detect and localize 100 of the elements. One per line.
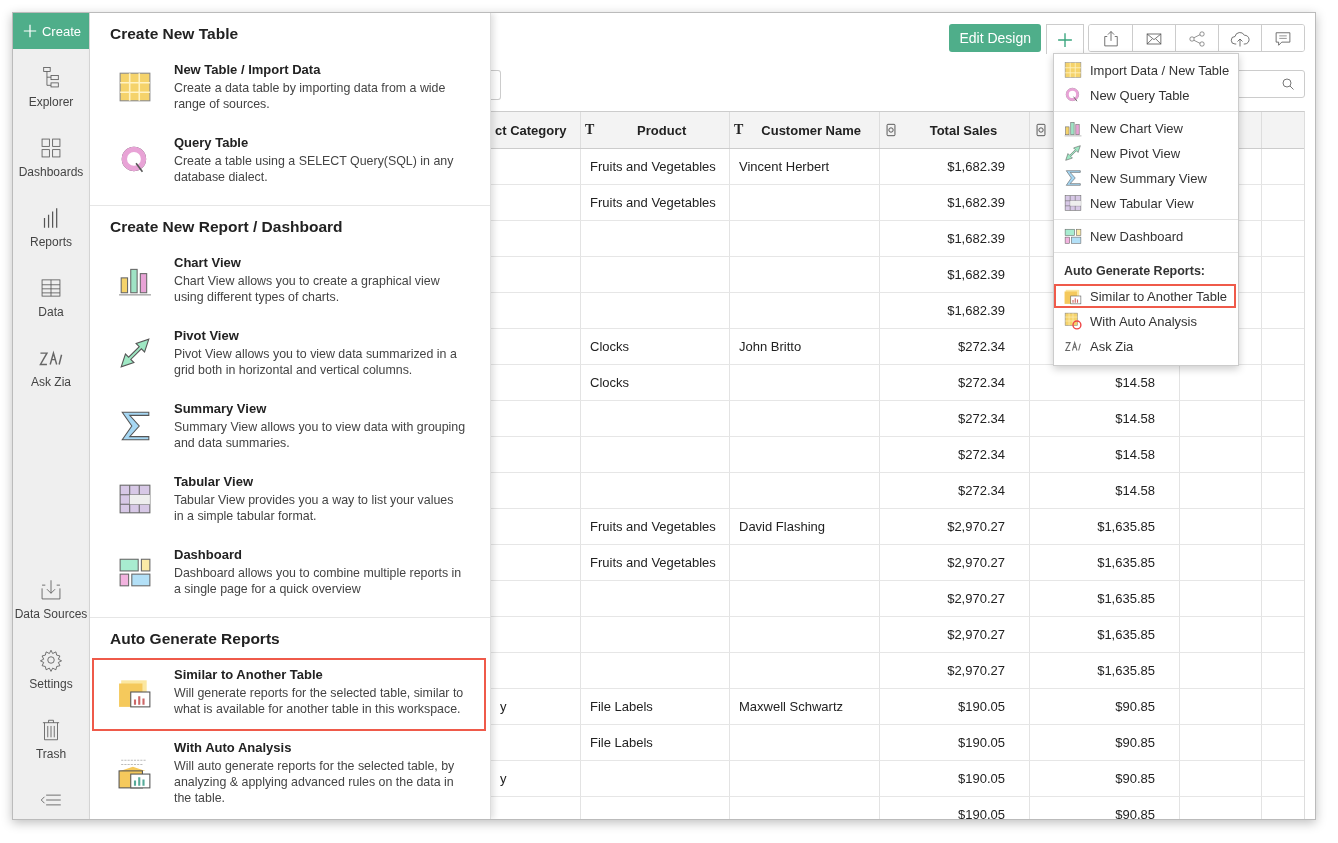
section-heading: Auto Generate Reports (109, 629, 281, 649)
table-grid-icon (1064, 61, 1082, 79)
menu-item[interactable]: Query Table Create a table using a SELECT Query(SQL) in any database dialect. (92, 126, 486, 199)
table-cell: $2,970.27 (880, 581, 1030, 617)
menu-heading: Auto Generate Reports: (1064, 264, 1205, 278)
grid-layout-icon (1064, 194, 1082, 212)
item-description: Create a data table by importing data from a wide range of sources. (174, 80, 447, 112)
item-title: With Auto Analysis (174, 740, 293, 755)
table-cell: $1,682.39 (880, 149, 1030, 185)
table-cell: $1,682.39 (880, 257, 1030, 293)
item-description: Create a table using a SELECT Query(SQL) in any database dialect. (174, 153, 455, 185)
menu-item[interactable]: New Tabular View (1054, 191, 1236, 215)
table-cell: y (491, 689, 581, 725)
search-icon (1280, 76, 1296, 92)
money-icon (1034, 123, 1048, 137)
table-cell: $190.05 (880, 761, 1030, 797)
type-mark: T (585, 122, 595, 138)
menu-item[interactable]: Similar to Another Table Will generate reports for the selected table, similar to what is available for another table in this workspace. (92, 658, 486, 731)
table-cell: $2,970.27 (880, 617, 1030, 653)
grid-layout-icon (118, 482, 152, 516)
table-cell: $2,970.27 (880, 545, 1030, 581)
menu-item[interactable]: New Summary View (1054, 166, 1236, 190)
menu-item[interactable]: Summary View Summary View allows you to view data with grouping and data summaries. (92, 392, 486, 465)
section-heading: Create New Report / Dashboard (109, 217, 344, 237)
item-title: New Table / Import Data (174, 62, 322, 77)
table-cell: $2,970.27 (880, 653, 1030, 689)
sidebar-item[interactable]: Settings (29, 677, 73, 691)
gear-icon (38, 647, 64, 673)
item-title: Pivot View (174, 328, 240, 343)
import-icon (38, 577, 64, 603)
four-squares-icon (38, 135, 64, 161)
refresh-grid-icon (1064, 312, 1082, 330)
menu-item[interactable]: Dashboard Dashboard allows you to combine multiple reports in a single page for a quick overview (92, 538, 486, 611)
item-title: Similar to Another Table (174, 667, 324, 682)
sidebar-item[interactable]: Data (38, 305, 64, 319)
table-cell: $90.85 (1030, 689, 1180, 725)
section-heading: Create New Table (109, 24, 240, 44)
table-cell: File Labels (581, 725, 730, 761)
plus-icon (21, 22, 39, 40)
menu-item[interactable]: Tabular View Tabular View provides you a way to list your values in a simple tabular format. (92, 465, 486, 538)
menu-item[interactable]: Chart View Chart View allows you to create a graphical view using different types of charts. (92, 246, 486, 319)
sidebar-item[interactable]: Reports (30, 235, 72, 249)
money-icon (884, 123, 898, 137)
input-field[interactable] (491, 70, 501, 100)
column-header: Total Sales (880, 112, 1030, 148)
sidebar-item[interactable]: Ask Zia (31, 375, 71, 389)
item-title: Chart View (174, 255, 242, 270)
menu-item[interactable]: Pivot View Pivot View allows you to view data summarized in a grid both in horizontal and vertical columns. (92, 319, 486, 392)
sidebar-item[interactable]: Data Sources (14, 607, 88, 621)
table-cell: $14.58 (1030, 437, 1180, 473)
item-description: Chart View allows you to create a graphical view using different types of charts. (174, 273, 441, 305)
table-cell: Fruits and Vegetables (581, 185, 730, 221)
table-cell: $190.05 (880, 689, 1030, 725)
table-cell: $272.34 (880, 473, 1030, 509)
menu-item[interactable]: Ask Zia (1054, 334, 1236, 358)
cloud-upload-icon (1230, 29, 1250, 49)
menu-item[interactable]: New Dashboard (1054, 224, 1236, 248)
table-grid-icon (118, 70, 152, 104)
menu-item[interactable]: New Query Table (1054, 83, 1236, 107)
table-cell: $14.58 (1030, 473, 1180, 509)
item-description: Tabular View provides you a way to list your values in a simple tabular format. (174, 492, 455, 524)
sidebar-item[interactable]: Dashboards (18, 165, 84, 179)
table-cell: Clocks (581, 329, 730, 365)
column-header: ct Category (491, 112, 581, 148)
item-title: Dashboard (174, 547, 243, 562)
table-cell: Clocks (581, 365, 730, 401)
comment-icon (1273, 29, 1293, 49)
menu-item[interactable]: New Pivot View (1054, 141, 1236, 165)
table-cell: Maxwell Schwartz (730, 689, 880, 725)
item-description: Pivot View allows you to view data summarized in a grid both in horizontal and vertical columns. (174, 346, 458, 378)
table-cell: $272.34 (880, 437, 1030, 473)
table-cell: $190.05 (880, 725, 1030, 761)
item-title: Summary View (174, 401, 268, 416)
table-cell: $1,635.85 (1030, 617, 1180, 653)
menu-item[interactable]: New Chart View (1054, 116, 1236, 140)
add-button[interactable] (1046, 24, 1084, 54)
table-cell: $90.85 (1030, 761, 1180, 797)
sheets-chart-icon (1064, 287, 1082, 305)
column-header: T Customer Name (730, 112, 880, 148)
table-cell: $14.58 (1030, 401, 1180, 437)
sidebar-item[interactable]: Explorer (28, 95, 74, 109)
menu-item[interactable]: Similar to Another Table (1054, 284, 1236, 308)
toolbar-button[interactable] (1261, 25, 1304, 51)
table-cell: $272.34 (880, 329, 1030, 365)
item-title: Tabular View (174, 474, 254, 489)
table-cell: $272.34 (880, 365, 1030, 401)
bar-chart-icon (1064, 119, 1082, 137)
item-description: Will auto generate reports for the selected table, by analyzing & applying advanced rules on the data in the table. (174, 758, 456, 806)
menu-item[interactable]: With Auto Analysis Will auto generate reports for the selected table, by analyzing & applying advanced rules on the data in the table. (92, 731, 486, 819)
table-cell: John Britto (730, 329, 880, 365)
item-title: Query Table (174, 135, 250, 150)
table-cell: $1,682.39 (880, 293, 1030, 329)
table-cell: Fruits and Vegetables (581, 149, 730, 185)
menu-item[interactable]: Import Data / New Table (1054, 58, 1236, 82)
magnifier-ring-icon (1064, 86, 1082, 104)
menu-item[interactable]: New Table / Import Data Create a data table by importing data from a wide range of sources. (92, 53, 486, 126)
table-cell: David Flashing (730, 509, 880, 545)
table-cell: $1,682.39 (880, 221, 1030, 257)
menu-item[interactable]: With Auto Analysis (1054, 309, 1236, 333)
sidebar-item[interactable]: Trash (35, 747, 67, 761)
